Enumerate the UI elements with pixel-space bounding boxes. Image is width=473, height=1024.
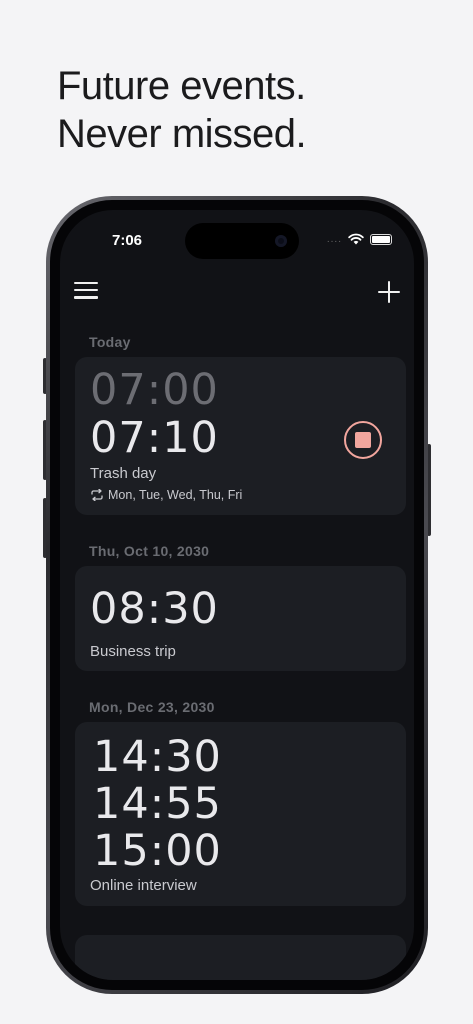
repeat-icon — [91, 489, 103, 501]
phone-bezel: 7:06 .... Today 07:00 07:10 Trash day Mo… — [50, 200, 424, 990]
event-time-3: 15:00 — [93, 826, 222, 876]
wifi-icon — [348, 233, 364, 245]
event-time-2: 07:10 — [90, 413, 219, 463]
headline: Future events. Never missed. — [57, 62, 307, 158]
status-time: 7:06 — [112, 232, 143, 249]
section-header-oct-10: Thu, Oct 10, 2030 — [89, 543, 210, 559]
event-card-trash-day[interactable]: 07:00 07:10 Trash day Mon, Tue, Wed, Thu… — [75, 357, 406, 515]
event-time-1: 14:30 — [93, 732, 222, 782]
event-card-online-interview[interactable]: 14:30 14:55 15:00 Online interview — [75, 722, 406, 906]
repeat-days: Mon, Tue, Wed, Thu, Fri — [108, 488, 243, 502]
battery-icon — [370, 233, 392, 245]
repeat-schedule: Mon, Tue, Wed, Thu, Fri — [90, 488, 242, 502]
phone-frame: 7:06 .... Today 07:00 07:10 Trash day Mo… — [46, 196, 428, 994]
camera-lens-icon — [275, 235, 287, 247]
stop-alarm-button[interactable] — [344, 421, 382, 459]
hamburger-menu-icon[interactable] — [74, 282, 98, 300]
dynamic-island — [185, 223, 299, 259]
event-title: Trash day — [90, 465, 157, 482]
event-time-2: 14:55 — [93, 779, 222, 829]
event-card-business-trip[interactable]: 08:30 Business trip — [75, 566, 406, 671]
phone-screen: 7:06 .... Today 07:00 07:10 Trash day Mo… — [60, 210, 414, 980]
event-time-1: 08:30 — [90, 584, 219, 634]
cellular-signal-icon: .... — [326, 233, 342, 245]
event-title: Online interview — [90, 877, 197, 894]
event-time-1: 07:00 — [90, 365, 219, 415]
event-card-partial[interactable] — [75, 935, 406, 980]
headline-line-2: Never missed. — [57, 112, 307, 156]
event-title: Business trip — [90, 643, 176, 660]
headline-line-1: Future events. — [57, 64, 306, 108]
section-header-dec-23: Mon, Dec 23, 2030 — [89, 699, 215, 715]
section-header-today: Today — [89, 334, 131, 350]
add-event-button[interactable] — [378, 281, 400, 303]
stop-icon — [355, 432, 371, 448]
status-indicators: .... — [327, 233, 392, 245]
